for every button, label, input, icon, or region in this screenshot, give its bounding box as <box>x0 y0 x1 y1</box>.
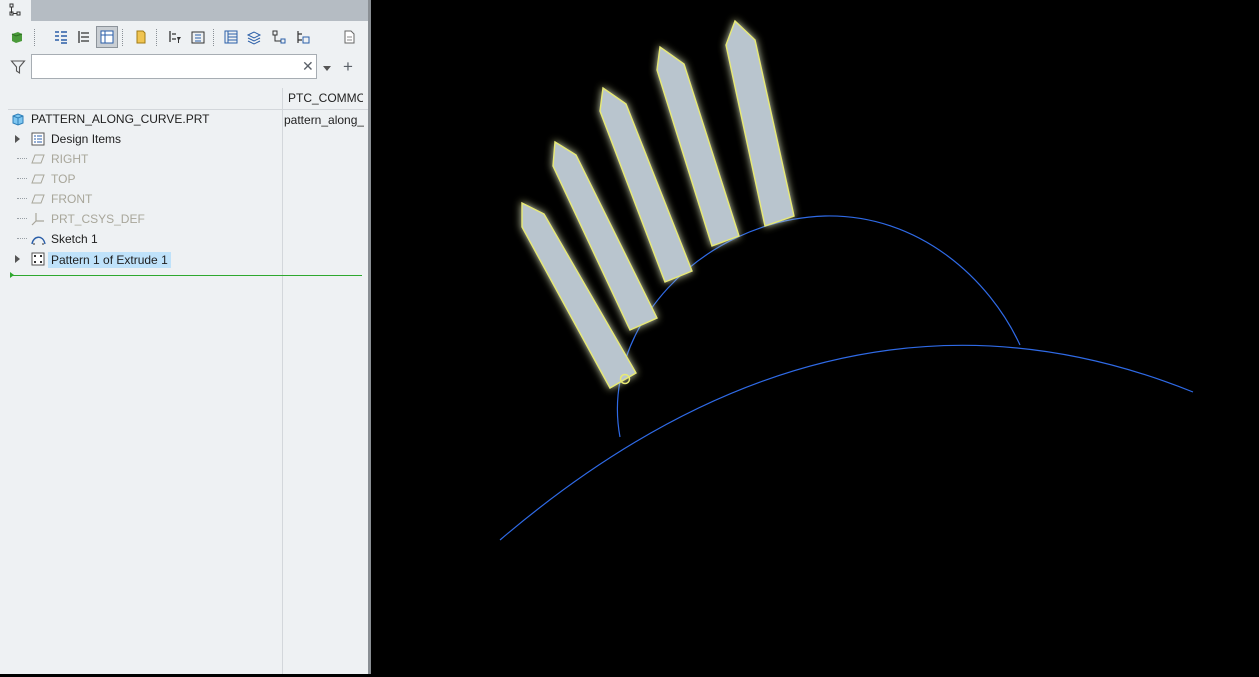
datum-plane-icon <box>31 152 45 169</box>
settings-icon[interactable] <box>187 26 209 48</box>
graphics-viewport[interactable] <box>371 0 1259 674</box>
csys-icon <box>31 212 45 229</box>
add-column-icon[interactable]: + <box>343 58 353 75</box>
search-dropdown-icon[interactable] <box>322 61 332 75</box>
tree-item-csys[interactable]: PRT_CSYS_DEF <box>8 209 282 229</box>
datum-plane-icon <box>31 192 45 209</box>
part-icon <box>11 112 25 129</box>
expand-arrow-icon[interactable] <box>15 255 20 263</box>
insert-here-line[interactable] <box>10 275 362 276</box>
model-tree-panel: ✕ + PTC_COMMON_NAME PATTERN_ALONG_CURVE.… <box>0 0 368 674</box>
table-icon[interactable] <box>220 26 242 48</box>
tree-filters-icon[interactable] <box>96 26 118 48</box>
layers-icon[interactable] <box>243 26 265 48</box>
pattern-members[interactable] <box>521 19 795 389</box>
folder-browser-icon[interactable] <box>130 26 152 48</box>
panel-tab-strip <box>0 0 368 21</box>
column-header[interactable]: PTC_COMMON_NAME <box>288 91 363 105</box>
show-icon[interactable] <box>6 26 28 48</box>
tree-search-row: ✕ + <box>0 54 368 82</box>
tree-item-top[interactable]: TOP <box>8 169 282 189</box>
design-items-icon <box>31 132 45 149</box>
tree-item-front[interactable]: FRONT <box>8 189 282 209</box>
tree-cell-common-name: pattern_along_curve <box>284 113 364 127</box>
layer-view-icon[interactable] <box>73 26 95 48</box>
model-tree-toolbar <box>0 24 368 54</box>
feature-filter-icon[interactable] <box>164 26 186 48</box>
tree-item-right[interactable]: RIGHT <box>8 149 282 169</box>
expand-arrow-icon[interactable] <box>15 135 20 143</box>
notes-icon[interactable] <box>338 26 360 48</box>
model-tree-tab-icon <box>9 3 21 16</box>
structure-icon[interactable] <box>292 26 314 48</box>
filter-icon[interactable] <box>10 59 26 78</box>
tree-view-icon[interactable] <box>50 26 72 48</box>
sketch-icon <box>31 232 46 249</box>
tree-item-root-part[interactable]: PATTERN_ALONG_CURVE.PRT <box>8 109 282 129</box>
tab-model-tree[interactable] <box>0 0 31 21</box>
tree-item-sketch[interactable]: Sketch 1 <box>8 229 282 249</box>
tree-item-pattern[interactable]: Pattern 1 of Extrude 1 <box>8 249 282 269</box>
tree-item-design-items[interactable]: Design Items <box>8 129 282 149</box>
pattern-member-5 <box>725 19 795 227</box>
references-icon[interactable] <box>268 26 290 48</box>
datum-plane-icon <box>31 172 45 189</box>
clear-search-icon[interactable]: ✕ <box>302 58 314 75</box>
pattern-icon <box>31 252 45 269</box>
column-divider[interactable] <box>282 88 283 674</box>
search-input[interactable] <box>31 54 317 79</box>
model-canvas[interactable] <box>371 0 1259 674</box>
